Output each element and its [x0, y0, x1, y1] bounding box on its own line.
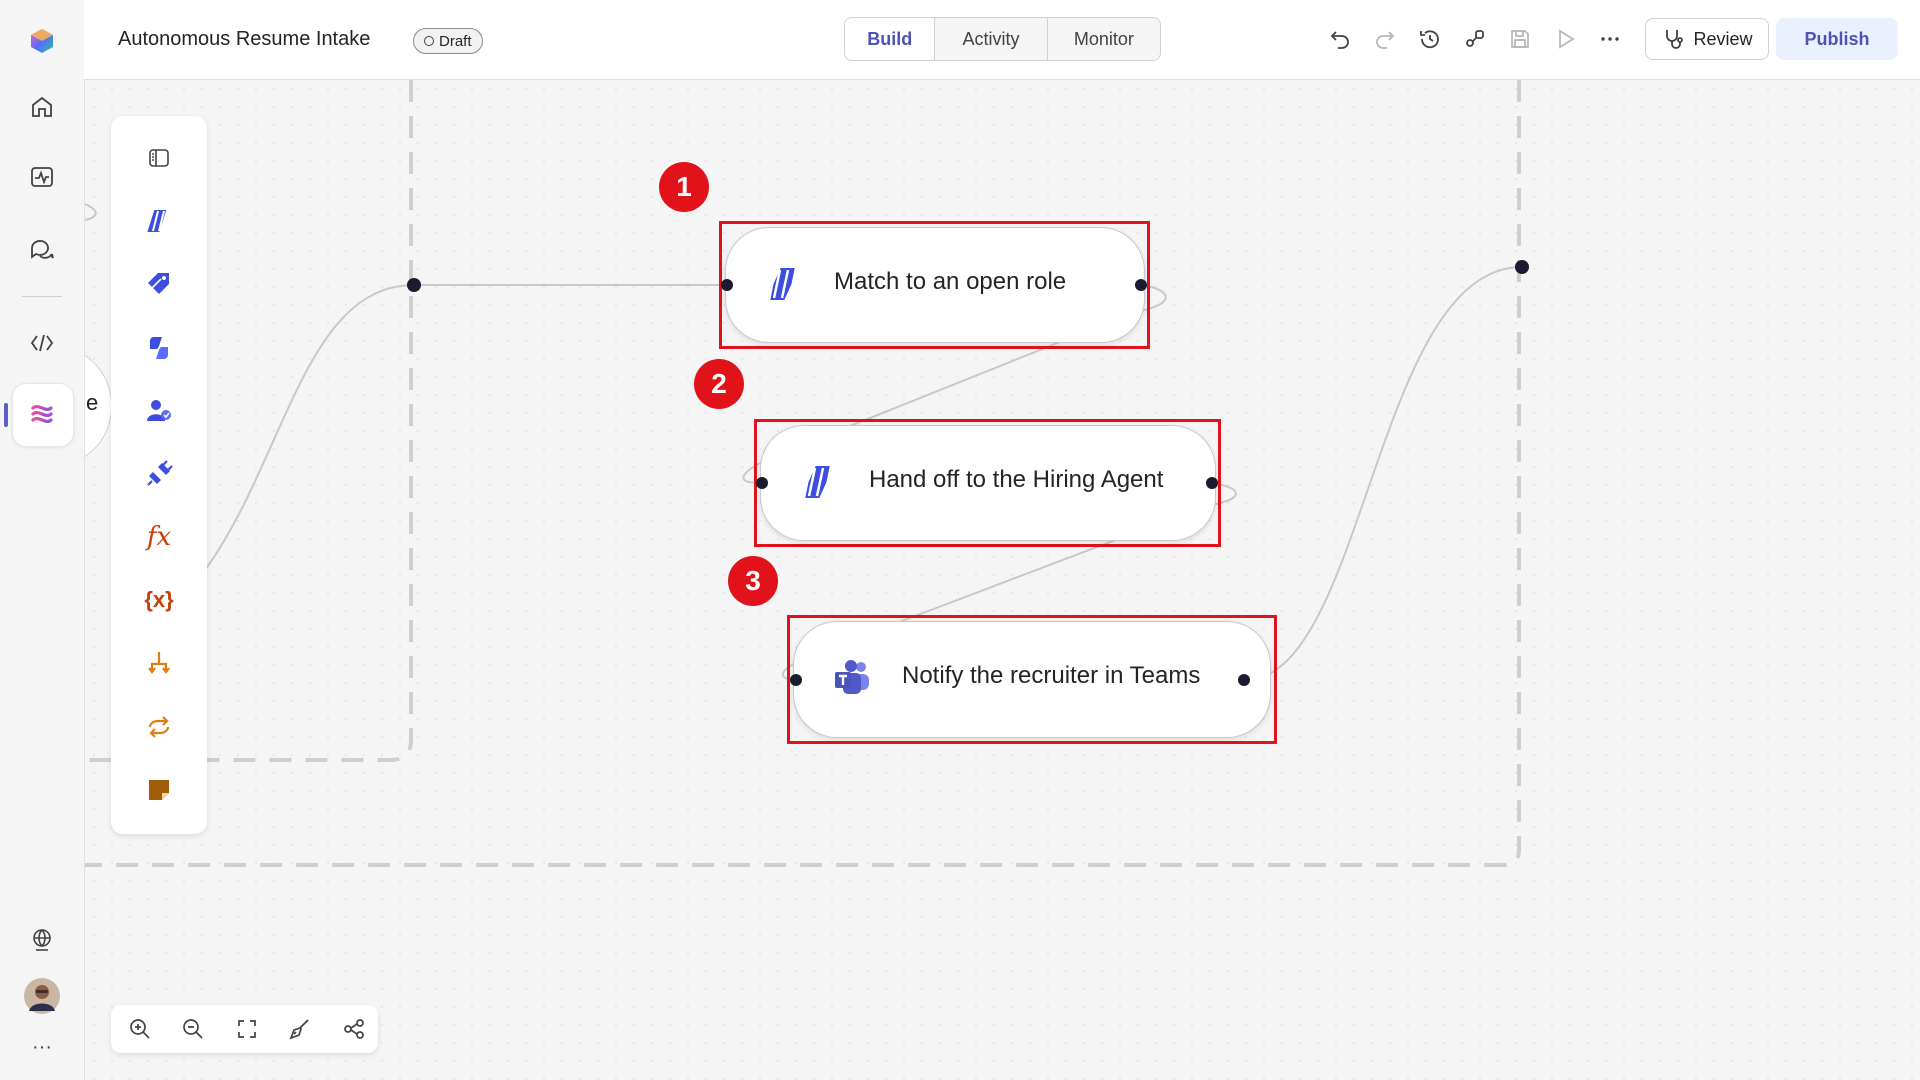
flow-canvas[interactable]: e Match to an open role 1 Hand off to th… [85, 80, 1920, 1080]
loop-icon[interactable] [139, 707, 179, 747]
function-fx-icon[interactable]: fx [139, 517, 179, 557]
zoom-toolbar [111, 1005, 378, 1053]
agent-stripes-icon [770, 268, 795, 300]
tab-build[interactable]: Build [845, 18, 935, 60]
draft-circle-icon [424, 36, 434, 46]
run-icon[interactable] [1550, 24, 1580, 54]
flow-node-match-role[interactable]: Match to an open role [725, 227, 1145, 343]
node-label: Hand off to the Hiring Agent [869, 466, 1164, 493]
output-port[interactable] [1238, 674, 1250, 686]
more-icon[interactable]: ··· [17, 1022, 67, 1072]
copilot-logo-icon[interactable] [17, 16, 67, 66]
output-port[interactable] [1135, 279, 1147, 291]
copilot-icon[interactable] [139, 328, 179, 368]
status-badge: Draft [413, 28, 483, 54]
agent-stripes-icon [805, 466, 830, 498]
undo-icon[interactable] [1325, 24, 1355, 54]
avatar[interactable] [17, 971, 67, 1021]
tidy-up-icon[interactable] [285, 1014, 315, 1044]
node-toolbox: fx {x} [111, 116, 207, 834]
partial-node-label: e [86, 390, 99, 415]
nav-separator [22, 296, 62, 297]
note-icon[interactable] [139, 770, 179, 810]
node-label: Notify the recruiter in Teams [902, 662, 1201, 689]
stethoscope-icon [1666, 30, 1684, 49]
globe-icon[interactable] [17, 915, 67, 965]
save-icon[interactable] [1505, 24, 1535, 54]
publish-button[interactable]: Publish [1776, 18, 1898, 60]
tab-activity[interactable]: Activity [934, 18, 1046, 60]
tag-icon[interactable] [139, 264, 179, 304]
top-bar: Autonomous Resume Intake Draft Build Act… [84, 0, 1920, 80]
step-badge: 2 [694, 359, 744, 409]
page-title: Autonomous Resume Intake [118, 28, 371, 50]
nav-active-indicator [4, 403, 8, 427]
history-icon[interactable] [1415, 24, 1445, 54]
step-badge: 3 [728, 556, 778, 606]
status-badge-label: Draft [439, 32, 472, 50]
home-icon[interactable] [17, 82, 67, 132]
code-icon[interactable] [17, 318, 67, 368]
activity-icon[interactable] [17, 152, 67, 202]
review-button-label: Review [1693, 28, 1753, 49]
connections-icon[interactable] [1460, 24, 1490, 54]
view-tabs: Build Activity Monitor [844, 17, 1161, 61]
output-port[interactable] [1206, 477, 1218, 489]
zoom-in-icon[interactable] [125, 1014, 155, 1044]
input-port[interactable] [721, 279, 733, 291]
tab-monitor[interactable]: Monitor [1046, 18, 1160, 60]
redo-icon[interactable] [1370, 24, 1400, 54]
branch-icon[interactable] [139, 644, 179, 684]
more-actions-icon[interactable] [1595, 24, 1625, 54]
teams-icon [835, 660, 869, 694]
layout-icon[interactable] [339, 1014, 369, 1044]
plugin-icon[interactable] [139, 454, 179, 494]
zoom-out-icon[interactable] [178, 1014, 208, 1044]
variable-icon[interactable]: {x} [139, 580, 179, 620]
review-button[interactable]: Review [1645, 18, 1769, 60]
chat-icon[interactable] [17, 224, 67, 274]
input-port[interactable] [790, 674, 802, 686]
input-port[interactable] [756, 477, 768, 489]
fit-view-icon[interactable] [232, 1014, 262, 1044]
node-label: Match to an open role [834, 268, 1067, 295]
panel-toggle-icon[interactable] [139, 138, 179, 178]
flow-node-hand-off[interactable]: Hand off to the Hiring Agent [760, 425, 1216, 541]
flows-icon[interactable] [17, 389, 67, 439]
people-icon[interactable] [139, 391, 179, 431]
left-nav: ··· [0, 0, 85, 1080]
step-badge: 1 [659, 162, 709, 212]
agent-icon[interactable] [139, 201, 179, 241]
flow-node-notify-teams[interactable]: Notify the recruiter in Teams [793, 621, 1271, 738]
